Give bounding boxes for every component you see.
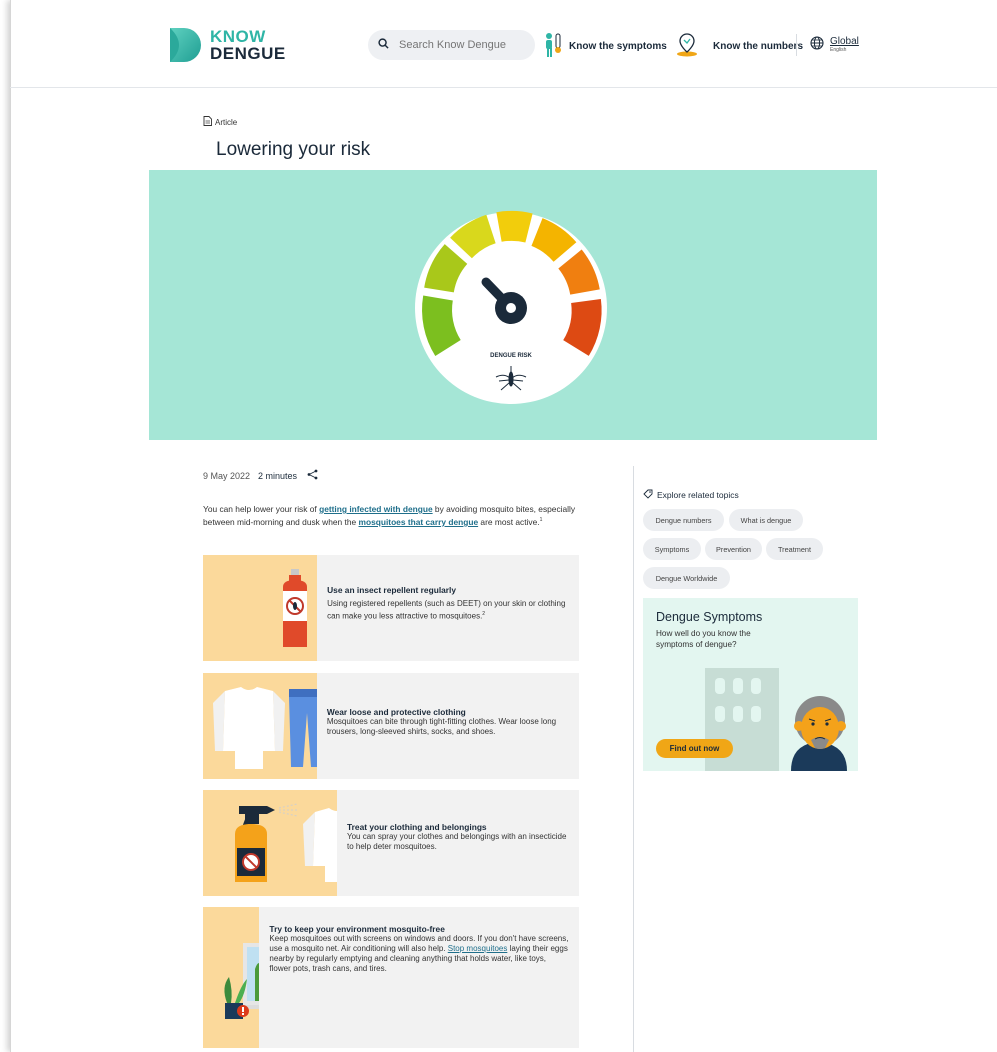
nav-know-symptoms-label: Know the symptoms	[569, 41, 667, 52]
insecticide-spray-illustration	[203, 790, 337, 896]
region-label: Global	[830, 35, 859, 47]
share-icon[interactable]	[307, 469, 318, 482]
tip-card-environment: Try to keep your environment mosquito-fr…	[203, 907, 579, 1048]
topic-pill-symptoms[interactable]: Symptoms	[643, 538, 701, 560]
topic-label: What is dengue	[740, 515, 792, 525]
footnote-ref[interactable]: 1	[540, 517, 543, 523]
site-logo[interactable]: KNOW DENGUE	[168, 26, 286, 64]
environment-illustration	[203, 907, 260, 1048]
gauge-segment-green	[422, 295, 462, 356]
topic-pill-prevention[interactable]: Prevention	[705, 538, 762, 560]
topic-pill-dengue-numbers[interactable]: Dengue numbers	[643, 509, 724, 531]
map-pin-icon	[675, 32, 699, 61]
search-bar[interactable]	[368, 30, 535, 60]
article-read-time: 2 minutes	[258, 470, 298, 481]
tip-title: Wear loose and protective clothing	[326, 707, 466, 717]
article-type-tag: Article	[203, 116, 237, 128]
nav-know-symptoms[interactable]: Know the symptoms	[543, 32, 667, 61]
search-icon[interactable]	[378, 36, 389, 54]
tip-title: Use an insect repellent regularly	[327, 585, 457, 595]
tip-card-clothing: Wear loose and protective clothing Mosqu…	[203, 673, 579, 779]
sidebar-divider	[633, 466, 634, 1052]
intro-text-3: are most active.	[478, 516, 540, 527]
globe-icon	[810, 36, 824, 55]
tip-title: Treat your clothing and belongings	[347, 822, 487, 832]
article-intro: You can help lower your risk of getting …	[203, 504, 583, 528]
dengue-risk-gauge-illustration: DENGUE RISK	[415, 210, 607, 404]
repellent-bottle-illustration	[203, 555, 318, 661]
link-getting-infected[interactable]: getting infected with dengue	[319, 504, 433, 514]
link-mosquitoes-carry-dengue[interactable]: mosquitoes that carry dengue	[359, 517, 479, 527]
tag-icon	[643, 489, 653, 501]
logo-text-line2: DENGUE	[210, 44, 286, 63]
find-out-now-button[interactable]: Find out now	[656, 739, 733, 758]
site-header: KNOW DENGUE Know the symptoms	[10, 0, 997, 88]
article-meta: 9 May 2022 2 minutes	[203, 469, 318, 482]
promo-text: How well do you know the symptoms of den…	[656, 629, 751, 649]
explore-related-topics: Explore related topics	[643, 489, 739, 501]
search-input[interactable]	[399, 39, 529, 51]
nav-know-numbers-label: Know the numbers	[713, 41, 804, 52]
article-date: 9 May 2022	[203, 470, 251, 481]
tip-title: Try to keep your environment mosquito-fr…	[269, 924, 445, 934]
clothing-illustration	[203, 673, 317, 779]
topic-label: Prevention	[716, 544, 751, 554]
link-stop-mosquitoes[interactable]: Stop mosquitoes	[448, 944, 508, 953]
topic-label: Treatment	[778, 544, 811, 554]
nav-know-numbers[interactable]: Know the numbers	[675, 32, 803, 61]
tip-card-treat-clothing: Treat your clothing and belongings You c…	[203, 790, 579, 896]
promo-card-dengue-symptoms[interactable]: Dengue Symptoms How well do you know the…	[643, 598, 858, 771]
logo-mark-icon	[168, 26, 204, 64]
page-title: Lowering your risk	[216, 139, 371, 160]
tip-body-text: Using registered repellents (such as DEE…	[327, 599, 566, 621]
tip-body: You can spray your clothes and belonging…	[347, 832, 567, 851]
hero-image: DENGUE RISK	[149, 170, 877, 440]
topic-label: Dengue numbers	[655, 515, 712, 525]
region-selector[interactable]: Global English	[810, 36, 859, 55]
topic-pill-what-is-dengue[interactable]: What is dengue	[729, 509, 803, 531]
thermometer-icon	[543, 32, 563, 61]
document-icon	[203, 116, 212, 128]
topic-pill-dengue-worldwide[interactable]: Dengue Worldwide	[643, 567, 730, 589]
nav-divider	[796, 34, 797, 56]
topic-pill-treatment[interactable]: Treatment	[766, 538, 823, 560]
promo-title: Dengue Symptoms	[656, 610, 763, 624]
footnote-ref[interactable]: 2	[482, 611, 485, 617]
tip-body: Using registered repellents (such as DEE…	[327, 599, 569, 622]
explore-title: Explore related topics	[657, 490, 739, 500]
topic-label: Symptoms	[654, 544, 690, 554]
article-type-label: Article	[215, 117, 238, 127]
intro-text-1: You can help lower your risk of	[203, 504, 320, 514]
topic-label: Dengue Worldwide	[655, 573, 718, 583]
tip-body: Keep mosquitoes out with screens on wind…	[269, 934, 569, 974]
tip-card-repellent: Use an insect repellent regularly Using …	[203, 555, 579, 661]
tip-body: Mosquitoes can bite through tight-fittin…	[326, 717, 557, 736]
hero-caption: DENGUE RISK	[490, 353, 532, 359]
language-label: English	[830, 46, 847, 53]
logo-text-line1: KNOW	[210, 27, 266, 46]
